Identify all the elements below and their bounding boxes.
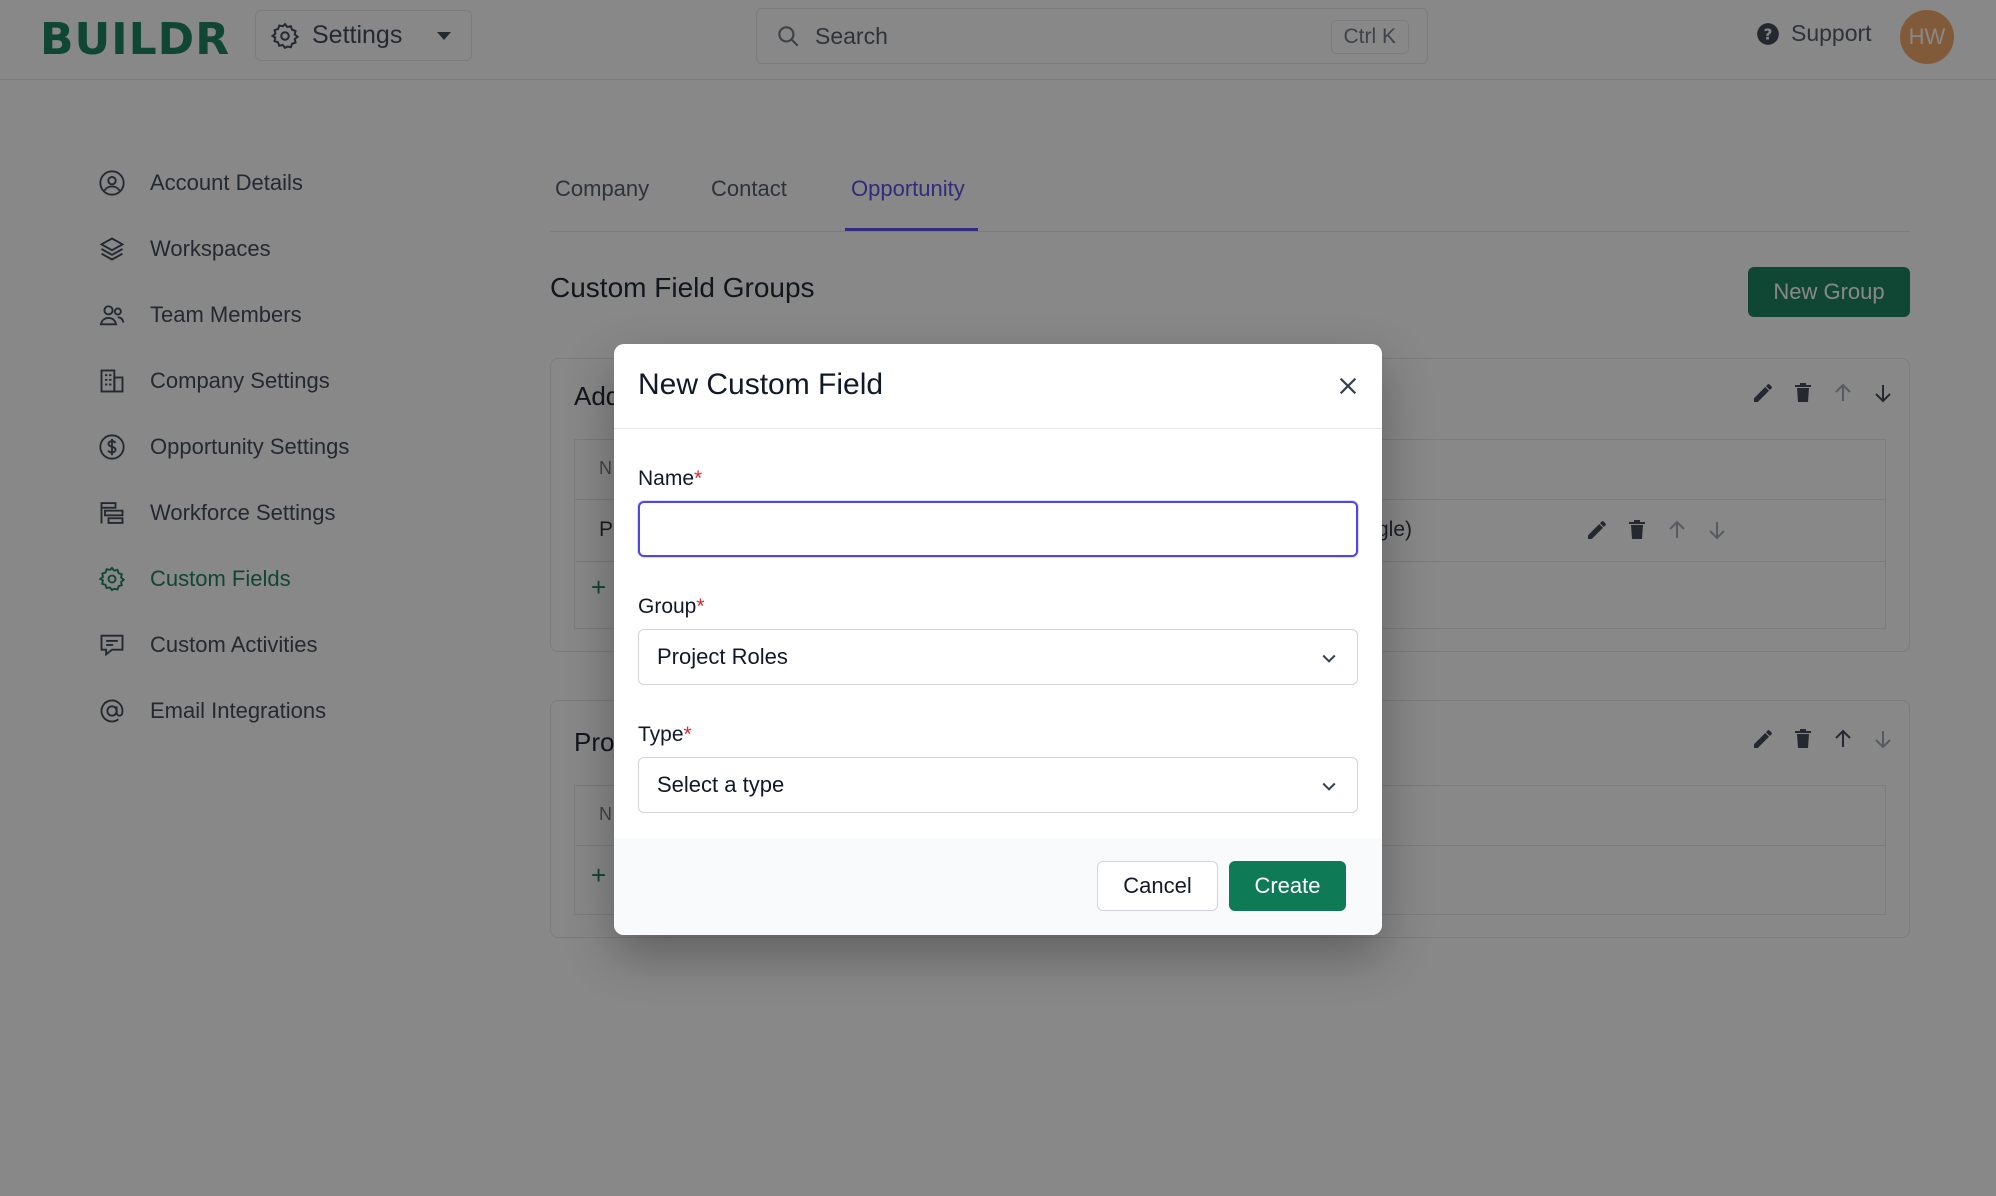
cancel-button[interactable]: Cancel bbox=[1097, 861, 1218, 911]
group-select[interactable]: Project Roles bbox=[638, 629, 1358, 685]
type-label-text: Type bbox=[638, 723, 684, 746]
dialog-header: New Custom Field bbox=[614, 344, 1382, 429]
new-custom-field-dialog: New Custom Field Name* Group* Project Ro… bbox=[614, 344, 1382, 935]
group-select-value: Project Roles bbox=[657, 644, 788, 669]
chevron-down-icon bbox=[1322, 654, 1336, 663]
chevron-down-icon bbox=[1322, 782, 1336, 791]
required-asterisk: * bbox=[683, 723, 692, 746]
dialog-title: New Custom Field bbox=[638, 368, 884, 401]
group-field-label: Group* bbox=[638, 595, 705, 619]
close-button[interactable] bbox=[1330, 368, 1366, 404]
type-select[interactable]: Select a type bbox=[638, 757, 1358, 813]
type-select-value: Select a type bbox=[657, 772, 785, 797]
name-field-label: Name* bbox=[638, 467, 702, 491]
name-field[interactable] bbox=[638, 501, 1358, 557]
close-icon bbox=[1339, 377, 1357, 395]
name-label-text: Name bbox=[638, 467, 695, 490]
group-label-text: Group bbox=[638, 595, 697, 618]
required-asterisk: * bbox=[694, 467, 703, 490]
create-button[interactable]: Create bbox=[1229, 861, 1346, 911]
required-asterisk: * bbox=[696, 595, 705, 618]
type-field-label: Type* bbox=[638, 723, 692, 747]
